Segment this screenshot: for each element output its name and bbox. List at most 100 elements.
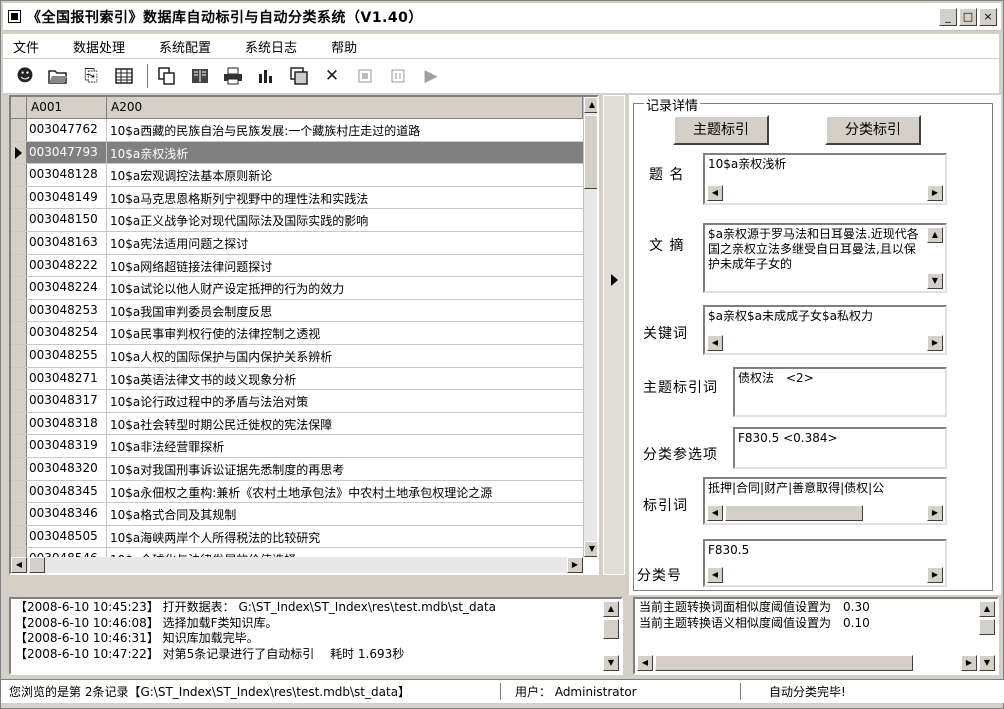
cell-a001[interactable]: 003048222 [27, 254, 107, 277]
index-terms-field[interactable]: 抵押|合同|财产|善意取得|债权|公 ◀ ▶ [703, 477, 947, 525]
row-indicator[interactable] [11, 186, 27, 209]
table-row[interactable]: 003048255 10$a人权的国际保护与国内保护关系辨析 [11, 344, 583, 368]
row-indicator[interactable] [11, 322, 27, 344]
table-row[interactable]: 003048346 10$a格式合同及其规制 [11, 503, 583, 526]
column-header-a200[interactable]: A200 [107, 97, 583, 119]
log-scroll-up-icon[interactable]: ▲ [603, 601, 619, 617]
open-folder-icon[interactable] [44, 63, 72, 89]
cell-a001[interactable]: 003047762 [27, 119, 107, 141]
row-indicator[interactable] [11, 367, 27, 390]
cell-a200[interactable]: 10$a海峡两岸个人所得税法的比较研究 [107, 526, 583, 548]
row-indicator[interactable] [11, 164, 27, 186]
cell-a001[interactable]: 003048505 [27, 525, 107, 548]
cell-a001[interactable]: 003048345 [27, 480, 107, 503]
grid-horizontal-scrollbar[interactable]: ◀ ▶ [11, 557, 583, 573]
table-row[interactable]: 003048253 10$a我国审判委员会制度反思 [11, 299, 583, 323]
cell-a200[interactable]: 10$a正义战争论对现代国际法及国际实践的影响 [107, 209, 583, 231]
cell-a200[interactable]: 10$a西藏的民族自治与民族发展:一个藏族村庄走过的道路 [107, 119, 583, 141]
menu-system-config[interactable]: 系统配置 [159, 37, 211, 56]
log-scroll-thumb[interactable] [603, 619, 619, 639]
subject-terms-field[interactable]: 债权法 <2> [733, 367, 947, 417]
keywords-scroll-left-icon[interactable]: ◀ [707, 335, 723, 351]
row-indicator[interactable] [11, 277, 27, 299]
row-indicator[interactable] [11, 344, 27, 367]
cell-a200[interactable]: 10$a英语法律文书的歧义现象分析 [107, 368, 583, 390]
cell-a001[interactable]: 003048255 [27, 344, 107, 367]
row-indicator[interactable] [11, 254, 27, 277]
row-indicator[interactable] [11, 525, 27, 548]
threshold-vscroll-thumb[interactable] [979, 619, 995, 635]
cell-a200[interactable]: 10$a社会转型时期公民迁徙权的宪法保障 [107, 413, 583, 435]
current-row-pointer-icon[interactable] [11, 141, 27, 164]
cell-a200[interactable]: 10$a非法经营罪探析 [107, 435, 583, 457]
scroll-left-icon[interactable]: ◀ [11, 557, 27, 573]
cell-a200[interactable]: 10$a宪法适用问题之探讨 [107, 232, 583, 254]
title-scroll-left-icon[interactable]: ◀ [707, 185, 723, 201]
print-icon[interactable] [219, 63, 247, 89]
table-row[interactable]: 003047793 10$a亲权浅析 [11, 141, 583, 165]
row-indicator[interactable] [11, 209, 27, 231]
cell-a001[interactable]: 003048317 [27, 390, 107, 412]
table-icon[interactable] [110, 63, 138, 89]
pause-icon[interactable] [384, 63, 412, 89]
cell-a001[interactable]: 003048318 [27, 412, 107, 435]
row-indicator[interactable] [11, 299, 27, 322]
cell-a001[interactable]: 003048128 [27, 164, 107, 186]
menu-file[interactable]: 文件 [13, 37, 39, 56]
cell-a200[interactable]: 10$a我国审判委员会制度反思 [107, 300, 583, 322]
cell-a001[interactable]: 003048150 [27, 209, 107, 231]
log-scroll-down-icon[interactable]: ▼ [603, 655, 619, 671]
class-ref-field[interactable]: F830.5 <0.384> [733, 427, 947, 469]
cell-a200[interactable]: 10$a人权的国际保护与国内保护关系辨析 [107, 345, 583, 367]
subject-index-button[interactable]: 主题标引 [673, 115, 769, 145]
record-grid[interactable]: A001 A200 003047762 10$a西藏的民族自治与民族发展:一个藏族… [9, 95, 599, 575]
cell-a200[interactable]: 10$a对我国刑事诉讼证据先悉制度的再思考 [107, 458, 583, 480]
threshold-scroll-right-icon[interactable]: ▶ [961, 655, 977, 671]
close-button[interactable]: × [979, 8, 997, 26]
window-icon[interactable] [285, 63, 313, 89]
cell-a001[interactable]: 003048320 [27, 457, 107, 480]
delete-icon[interactable]: ✕ [318, 63, 346, 89]
row-indicator[interactable] [11, 390, 27, 412]
keywords-field[interactable]: $a亲权$a未成成子女$a私权力 ◀ ▶ [703, 305, 947, 355]
cell-a200[interactable]: 10$a马克思恩格斯列宁视野中的理性法和实践法 [107, 187, 583, 209]
row-indicator[interactable] [11, 231, 27, 254]
cell-a001[interactable]: 003048271 [27, 367, 107, 390]
book-icon[interactable] [186, 63, 214, 89]
table-row[interactable]: 003048320 10$a对我国刑事诉讼证据先悉制度的再思考 [11, 457, 583, 481]
copy-icon[interactable] [153, 63, 181, 89]
cell-a001[interactable]: 003048163 [27, 231, 107, 254]
table-row[interactable]: 003048150 10$a正义战争论对现代国际法及国际实践的影响 [11, 209, 583, 232]
threshold-scroll-left-icon[interactable]: ◀ [637, 655, 653, 671]
class-no-field[interactable]: F830.5 ◀ ▶ [703, 539, 947, 587]
title-field[interactable]: 10$a亲权浅析 ◀ ▶ [703, 153, 947, 205]
cell-a200[interactable]: 10$a亲权浅析 [107, 141, 583, 164]
title-scroll-right-icon[interactable]: ▶ [927, 185, 943, 201]
index-terms-scroll-right-icon[interactable]: ▶ [927, 505, 943, 521]
menu-data-processing[interactable]: 数据处理 [73, 37, 125, 56]
scroll-down-icon[interactable]: ▼ [584, 541, 597, 557]
expand-arrow-icon[interactable] [611, 274, 618, 286]
row-indicator[interactable] [11, 435, 27, 457]
table-row[interactable]: 003048128 10$a宏观调控法基本原则新论 [11, 164, 583, 187]
threshold-hscroll-thumb[interactable] [655, 655, 913, 671]
abstract-scroll-up-icon[interactable]: ▲ [927, 227, 943, 243]
table-row[interactable]: 003048149 10$a马克思恩格斯列宁视野中的理性法和实践法 [11, 186, 583, 210]
stop-icon[interactable] [351, 63, 379, 89]
cell-a001[interactable]: 003048254 [27, 322, 107, 344]
export-icon[interactable]: ⎘ [77, 63, 105, 89]
grid-vscroll-thumb[interactable] [584, 115, 597, 189]
chart-icon[interactable] [252, 63, 280, 89]
cell-a001[interactable]: 003048319 [27, 435, 107, 457]
panel-splitter[interactable] [603, 95, 625, 575]
class-no-scroll-left-icon[interactable]: ◀ [707, 567, 723, 583]
cell-a200[interactable]: 10$a永佃权之重构:兼析《农村土地承包法》中农村土地承包权理论之源 [107, 481, 583, 503]
maximize-button[interactable]: □ [959, 8, 977, 26]
table-row[interactable]: 003048163 10$a宪法适用问题之探讨 [11, 231, 583, 255]
threshold-scroll-up-icon[interactable]: ▲ [979, 601, 995, 617]
cell-a001[interactable]: 003048224 [27, 277, 107, 299]
cell-a001[interactable]: 003048253 [27, 299, 107, 322]
row-indicator[interactable] [11, 480, 27, 503]
person-icon[interactable]: ☻ [11, 63, 39, 89]
table-row[interactable]: 003048505 10$a海峡两岸个人所得税法的比较研究 [11, 525, 583, 549]
